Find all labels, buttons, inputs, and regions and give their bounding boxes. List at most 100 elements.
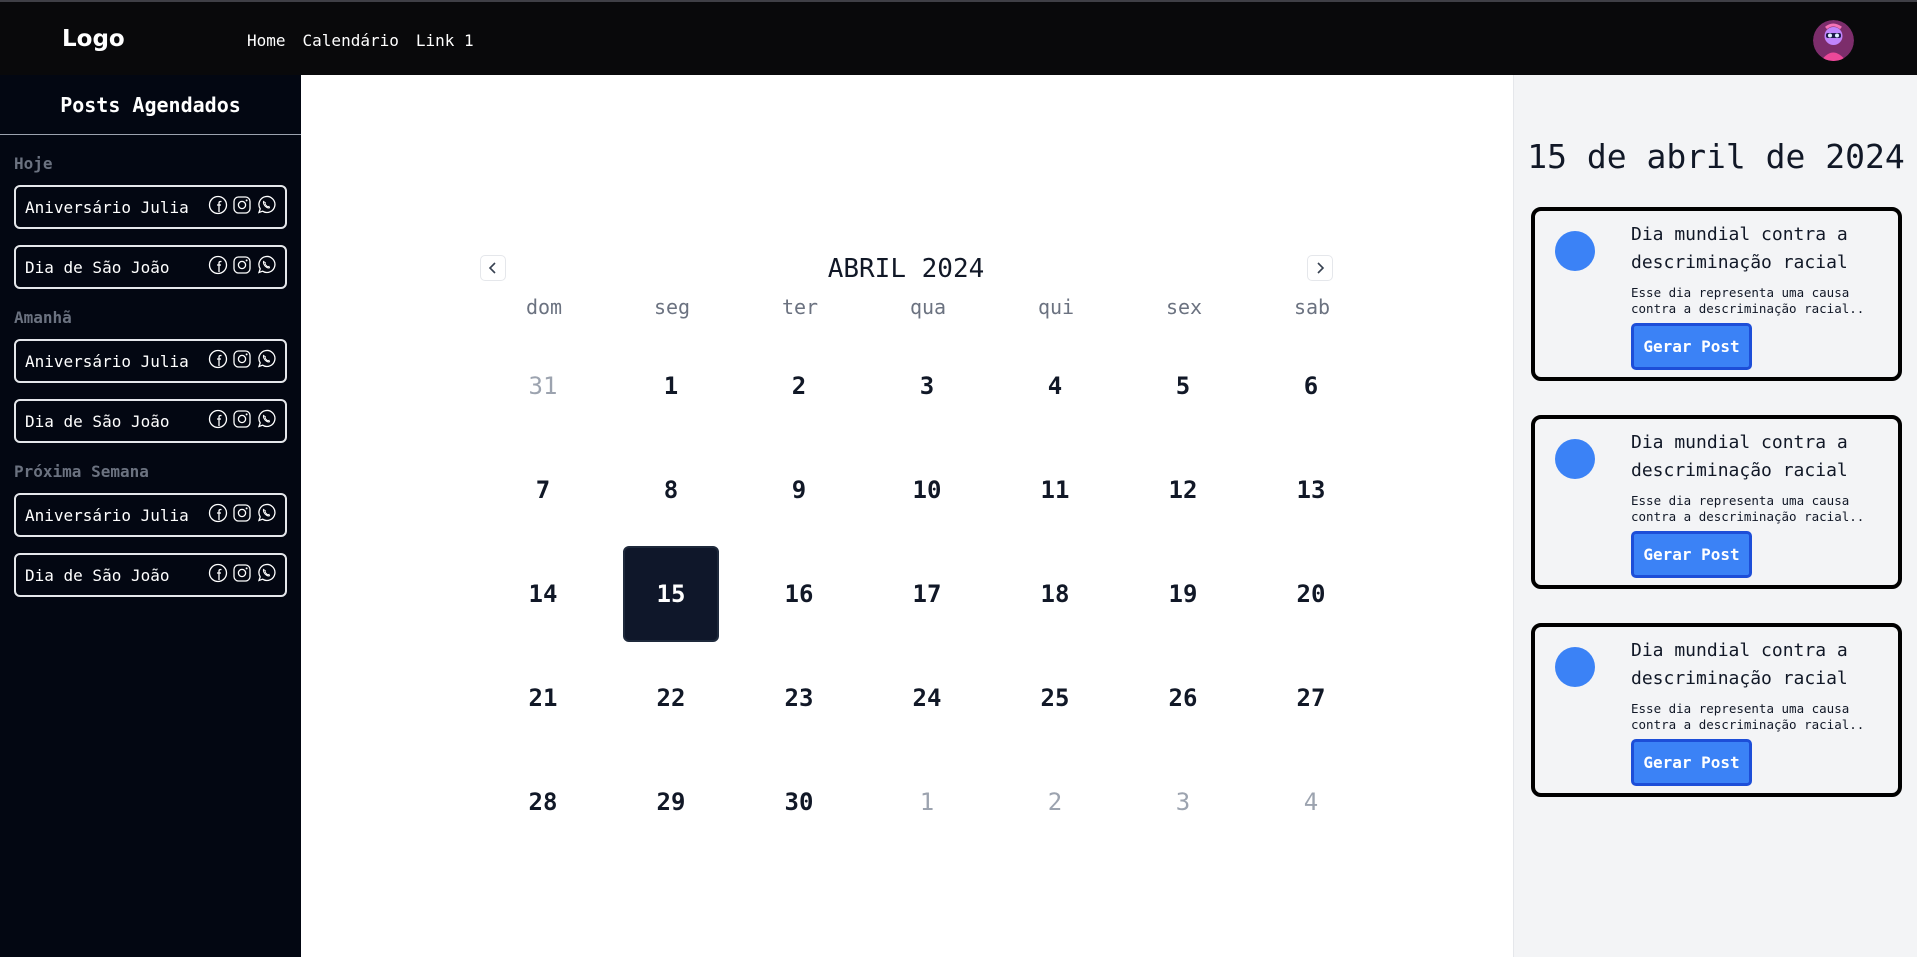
- calendar-day[interactable]: 6: [1263, 338, 1359, 434]
- sidebar-group-label: Amanhã: [14, 308, 72, 327]
- event-dot-icon: [1555, 439, 1595, 479]
- top-navbar: Logo Home Calendário Link 1: [0, 0, 1917, 75]
- calendar-day[interactable]: 16: [751, 546, 847, 642]
- calendar-day[interactable]: 21: [495, 650, 591, 746]
- scheduled-post-item[interactable]: Dia de São João: [14, 399, 287, 443]
- calendar-day[interactable]: 26: [1135, 650, 1231, 746]
- instagram-icon: [232, 349, 252, 373]
- social-icons: [208, 195, 276, 219]
- calendar-day[interactable]: 2: [751, 338, 847, 434]
- instagram-icon: [232, 563, 252, 587]
- calendar-day[interactable]: 14: [495, 546, 591, 642]
- calendar-header: ABRIL 2024: [470, 250, 1342, 290]
- calendar: ABRIL 2024 dom seg ter qua qui sex sab 3…: [470, 250, 1342, 850]
- calendar-day[interactable]: 30: [751, 754, 847, 850]
- calendar-day[interactable]: 17: [879, 546, 975, 642]
- scheduled-post-item[interactable]: Aniversário Julia: [14, 493, 287, 537]
- calendar-day[interactable]: 29: [623, 754, 719, 850]
- instagram-icon: [232, 195, 252, 219]
- calendar-day[interactable]: 3: [879, 338, 975, 434]
- whatsapp-icon: [256, 409, 276, 433]
- weekday-label: sab: [1293, 295, 1331, 319]
- calendar-day[interactable]: 25: [1007, 650, 1103, 746]
- calendar-day[interactable]: 4: [1007, 338, 1103, 434]
- nav-link-calendario[interactable]: Calendário: [303, 31, 399, 50]
- avatar[interactable]: [1813, 20, 1854, 61]
- calendar-day[interactable]: 7: [495, 442, 591, 538]
- event-card: Dia mundial contra a descriminação racia…: [1531, 623, 1902, 797]
- event-card: Dia mundial contra a descriminação racia…: [1531, 207, 1902, 381]
- calendar-day[interactable]: 8: [623, 442, 719, 538]
- whatsapp-icon: [256, 563, 276, 587]
- event-description: Esse dia representa uma causa contra a d…: [1631, 285, 1865, 316]
- calendar-day[interactable]: 4: [1263, 754, 1359, 850]
- scheduled-post-label: Aniversário Julia: [25, 197, 189, 217]
- instagram-icon: [232, 409, 252, 433]
- calendar-day[interactable]: 9: [751, 442, 847, 538]
- logo[interactable]: Logo: [62, 26, 125, 52]
- event-title: Dia mundial contra a descriminação racia…: [1631, 640, 1848, 689]
- weekday-label: qui: [1037, 295, 1075, 319]
- calendar-day[interactable]: 18: [1007, 546, 1103, 642]
- facebook-icon: [208, 563, 228, 587]
- event-title: Dia mundial contra a descriminação racia…: [1631, 432, 1848, 481]
- scheduled-post-label: Dia de São João: [25, 565, 170, 585]
- social-icons: [208, 503, 276, 527]
- event-dot-icon: [1555, 231, 1595, 271]
- scheduled-post-label: Dia de São João: [25, 257, 170, 277]
- sidebar-group-label: Hoje: [14, 154, 53, 173]
- calendar-day[interactable]: 13: [1263, 442, 1359, 538]
- facebook-icon: [208, 255, 228, 279]
- calendar-day[interactable]: 12: [1135, 442, 1231, 538]
- generate-post-button[interactable]: Gerar Post: [1631, 739, 1752, 786]
- scheduled-post-item[interactable]: Aniversário Julia: [14, 185, 287, 229]
- calendar-month-title: ABRIL 2024: [827, 254, 985, 284]
- facebook-icon: [208, 349, 228, 373]
- sidebar-group: Próxima Semana Aniversário Julia Dia de Sã…: [0, 462, 301, 597]
- scheduled-post-label: Aniversário Julia: [25, 505, 189, 525]
- nav-link-home[interactable]: Home: [247, 31, 286, 50]
- weekday-label: qua: [909, 295, 947, 319]
- calendar-day[interactable]: 19: [1135, 546, 1231, 642]
- weekday-label: seg: [653, 295, 691, 319]
- next-month-button[interactable]: [1307, 255, 1333, 281]
- calendar-day[interactable]: 23: [751, 650, 847, 746]
- calendar-day[interactable]: 20: [1263, 546, 1359, 642]
- calendar-day[interactable]: 2: [1007, 754, 1103, 850]
- scheduled-post-item[interactable]: Dia de São João: [14, 553, 287, 597]
- whatsapp-icon: [256, 503, 276, 527]
- calendar-day[interactable]: 10: [879, 442, 975, 538]
- facebook-icon: [208, 503, 228, 527]
- scheduled-post-item[interactable]: Dia de São João: [14, 245, 287, 289]
- event-description: Esse dia representa uma causa contra a d…: [1631, 701, 1865, 732]
- avatar-image: [1813, 20, 1854, 61]
- generate-post-button[interactable]: Gerar Post: [1631, 323, 1752, 370]
- weekday-header: dom seg ter qua qui sex sab: [480, 295, 1342, 319]
- calendar-day[interactable]: 5: [1135, 338, 1231, 434]
- calendar-day[interactable]: 1: [623, 338, 719, 434]
- scheduled-posts-sidebar: Posts Agendados Hoje Aniversário Julia Dia…: [0, 75, 301, 957]
- calendar-day[interactable]: 24: [879, 650, 975, 746]
- event-card: Dia mundial contra a descriminação racia…: [1531, 415, 1902, 589]
- scheduled-post-item[interactable]: Aniversário Julia: [14, 339, 287, 383]
- event-description: Esse dia representa uma causa contra a d…: [1631, 493, 1865, 524]
- whatsapp-icon: [256, 255, 276, 279]
- social-icons: [208, 409, 276, 433]
- whatsapp-icon: [256, 349, 276, 373]
- whatsapp-icon: [256, 195, 276, 219]
- calendar-day[interactable]: 11: [1007, 442, 1103, 538]
- nav-link-1[interactable]: Link 1: [416, 31, 474, 50]
- calendar-day[interactable]: 22: [623, 650, 719, 746]
- calendar-day[interactable]: 3: [1135, 754, 1231, 850]
- calendar-day[interactable]: 27: [1263, 650, 1359, 746]
- event-dot-icon: [1555, 647, 1595, 687]
- generate-post-button[interactable]: Gerar Post: [1631, 531, 1752, 578]
- social-icons: [208, 255, 276, 279]
- instagram-icon: [232, 255, 252, 279]
- calendar-day[interactable]: 1: [879, 754, 975, 850]
- calendar-day-selected[interactable]: 15: [623, 546, 719, 642]
- sidebar-group: Amanhã Aniversário Julia Dia de São João: [0, 308, 301, 443]
- calendar-day[interactable]: 28: [495, 754, 591, 850]
- selected-date-title: 15 de abril de 2024: [1527, 137, 1905, 176]
- calendar-day[interactable]: 31: [495, 338, 591, 434]
